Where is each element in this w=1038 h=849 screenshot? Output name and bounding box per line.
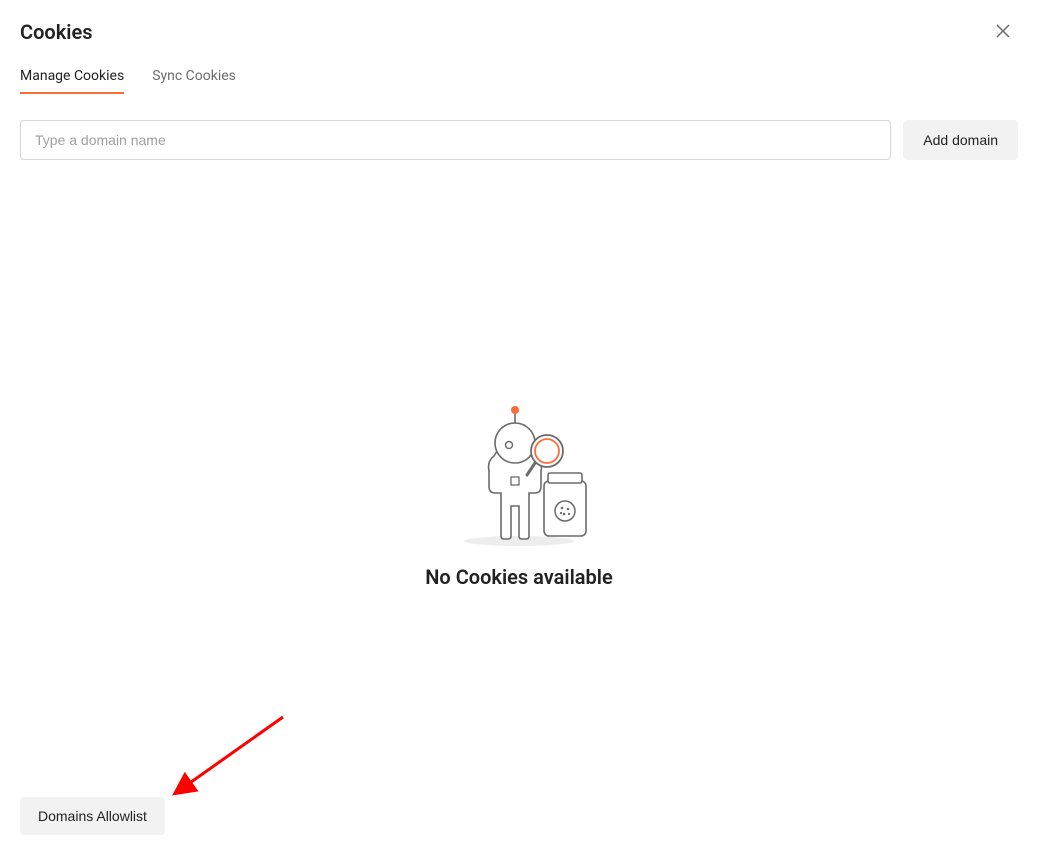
tab-manage-cookies[interactable]: Manage Cookies (20, 68, 124, 94)
tab-sync-cookies[interactable]: Sync Cookies (152, 68, 236, 94)
domain-name-input[interactable] (20, 120, 891, 160)
empty-state-illustration (449, 401, 589, 551)
empty-state: No Cookies available (20, 160, 1018, 829)
close-icon (995, 23, 1011, 42)
dialog-title: Cookies (20, 20, 93, 44)
cookies-dialog: Cookies Manage Cookies Sync Cookies Add … (0, 0, 1038, 849)
add-domain-button[interactable]: Add domain (903, 120, 1018, 160)
domains-allowlist-button[interactable]: Domains Allowlist (20, 797, 165, 835)
dialog-footer: Domains Allowlist (20, 797, 165, 835)
empty-state-title: No Cookies available (425, 565, 612, 589)
tab-bar: Manage Cookies Sync Cookies (20, 68, 1018, 94)
domain-input-row: Add domain (20, 120, 1018, 160)
close-button[interactable] (993, 22, 1013, 42)
dialog-header: Cookies (20, 20, 1018, 44)
